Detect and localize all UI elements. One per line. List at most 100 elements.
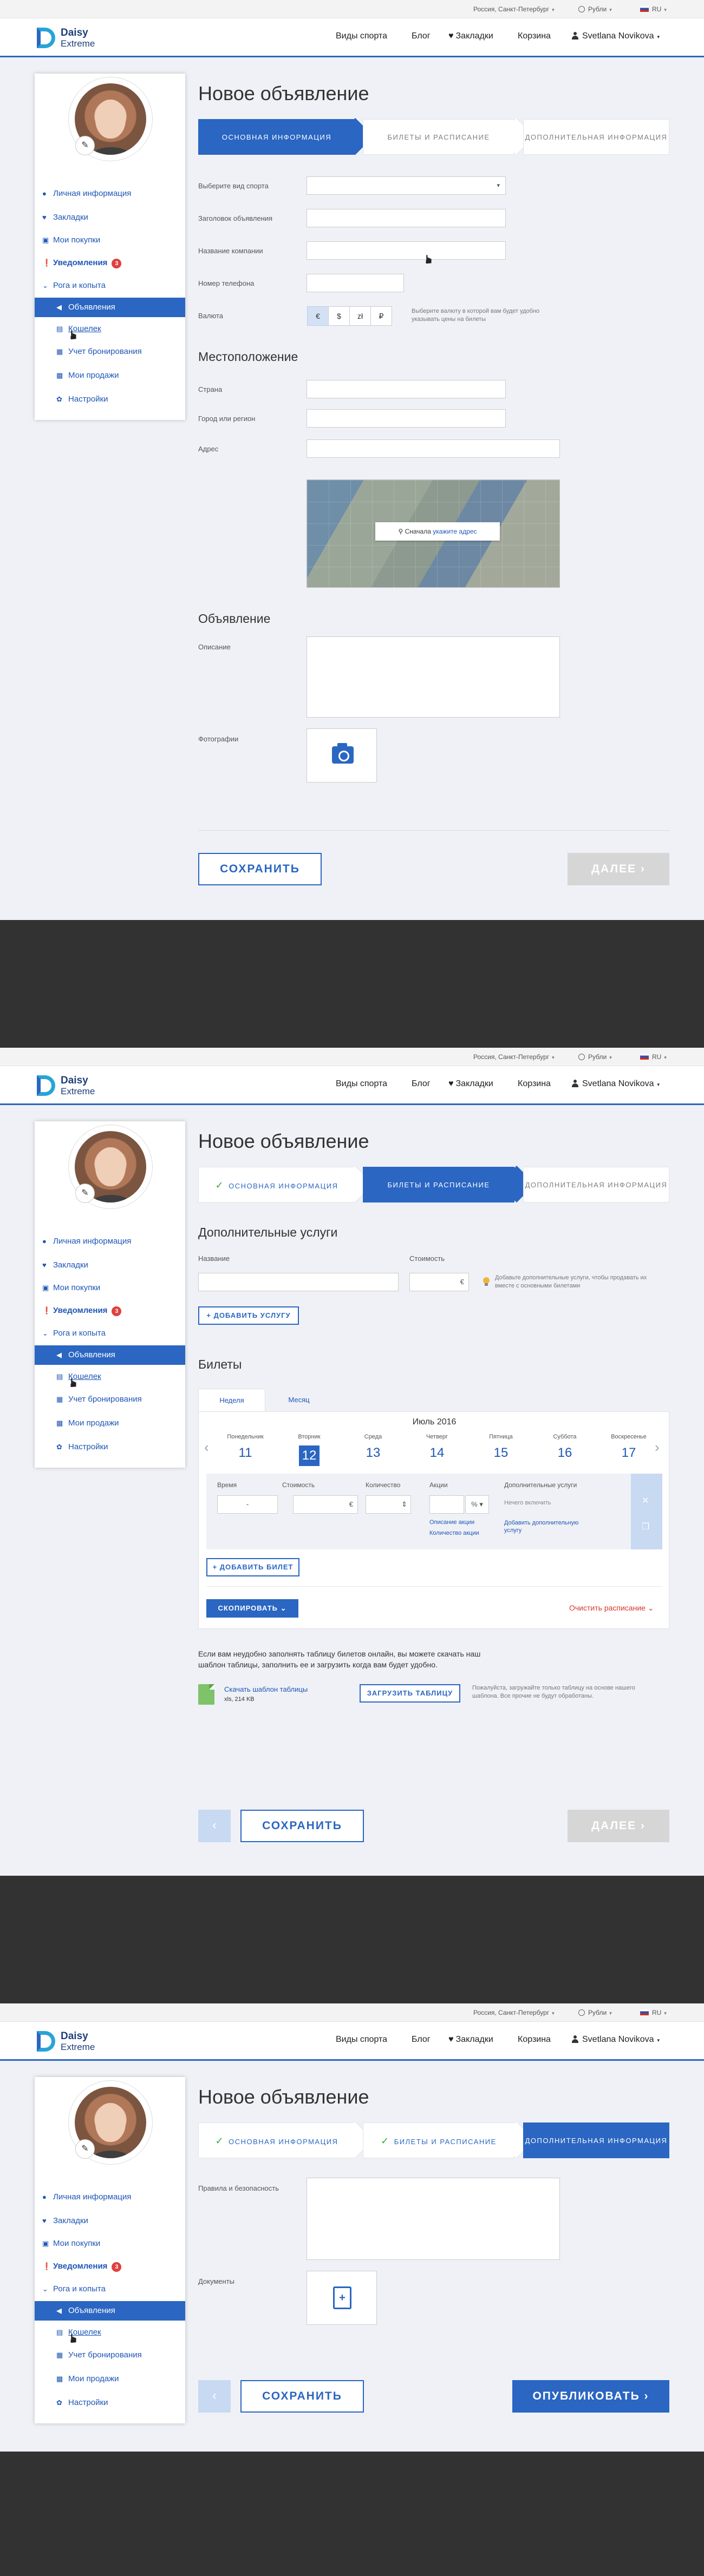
logo[interactable]: Daisy Extreme <box>37 2029 102 2054</box>
add-ticket-button[interactable]: + ДОБАВИТЬ БИЛЕТ <box>206 1558 299 1576</box>
nav-bookmarks[interactable]: ♥ Закладки <box>448 1079 493 1089</box>
sidebar-item-sales[interactable]: ▩ Мои продажи <box>35 1414 185 1433</box>
upload-table-button[interactable]: ЗАГРУЗИТЬ ТАБЛИЦУ <box>360 1684 460 1703</box>
clear-schedule-link[interactable]: Очистить расписание ⌄ <box>569 1604 654 1613</box>
language-selector[interactable]: RU ▾ <box>640 5 667 13</box>
phone-input[interactable] <box>307 274 404 292</box>
step-tickets[interactable]: ✓ БИЛЕТЫ И РАСПИСАНИЕ <box>363 2122 514 2158</box>
city-input[interactable] <box>307 409 506 428</box>
sidebar-item-bookmarks[interactable]: ♥ Закладки <box>35 2211 185 2231</box>
sidebar-item-notifications[interactable]: ❗ Уведомления 3 <box>35 253 185 273</box>
tab-week[interactable]: Неделя <box>198 1389 265 1411</box>
edit-avatar-icon[interactable]: ✎ <box>75 136 95 155</box>
currency-option-pln[interactable]: zł <box>349 306 371 326</box>
step-basic-info[interactable]: ✓ ОСНОВНАЯ ИНФОРМАЦИЯ <box>198 1167 355 1202</box>
nav-cart[interactable]: Корзина <box>518 31 551 41</box>
nav-blog[interactable]: Блог <box>412 1079 431 1089</box>
next-button[interactable]: ДАЛЕЕ › <box>568 1810 669 1842</box>
sidebar-item-booking[interactable]: ▦ Учет бронирования <box>35 1390 185 1409</box>
nav-blog[interactable]: Блог <box>412 31 431 41</box>
quantity-stepper[interactable]: ⇕ <box>366 1495 411 1514</box>
sidebar-item-wallet[interactable]: ▤ Кошелек <box>35 319 185 339</box>
currency-option-rub[interactable]: ₽ <box>370 306 392 326</box>
sidebar-item-sales[interactable]: ▩ Мои продажи <box>35 366 185 385</box>
sidebar-item-settings[interactable]: ✿ Настройки <box>35 1437 185 1457</box>
sidebar-item-settings[interactable]: ✿ Настройки <box>35 390 185 409</box>
tab-month[interactable]: Месяц <box>265 1389 333 1411</box>
document-upload[interactable]: + <box>307 2271 377 2325</box>
download-template-link[interactable]: Скачать шаблон таблицы <box>224 1685 308 1693</box>
save-button[interactable]: СОХРАНИТЬ <box>240 2380 364 2413</box>
edit-avatar-icon[interactable]: ✎ <box>75 1184 95 1203</box>
company-input[interactable] <box>307 241 506 260</box>
copy-button[interactable]: СКОПИРОВАТЬ ⌄ <box>206 1599 298 1618</box>
step-tickets[interactable]: БИЛЕТЫ И РАСПИСАНИЕ <box>363 119 514 155</box>
nav-sports[interactable]: Виды спорта <box>336 1079 387 1089</box>
day-date[interactable]: 15 <box>474 1445 528 1461</box>
add-service-button[interactable]: + ДОБАВИТЬ УСЛУГУ <box>198 1306 299 1325</box>
language-selector[interactable]: RU ▾ <box>640 1053 667 1061</box>
photo-upload[interactable] <box>307 728 377 783</box>
language-selector[interactable]: RU ▾ <box>640 2009 667 2016</box>
sidebar-item-ads[interactable]: ◀ Объявления <box>35 298 185 317</box>
rules-textarea[interactable] <box>307 2178 560 2260</box>
promo-value-input[interactable] <box>429 1495 464 1514</box>
currency-selector[interactable]: Рубли ▾ <box>578 1053 612 1061</box>
add-extra-link[interactable]: Добавить дополнительную услугу <box>504 1519 596 1534</box>
user-menu[interactable]: Svetlana Novikova ▾ <box>572 31 660 41</box>
cost-input[interactable]: € <box>293 1495 358 1514</box>
description-textarea[interactable] <box>307 636 560 718</box>
nav-sports[interactable]: Виды спорта <box>336 2035 387 2045</box>
logo[interactable]: Daisy Extreme <box>37 1073 102 1098</box>
day-date[interactable]: 14 <box>410 1445 464 1461</box>
nav-cart[interactable]: Корзина <box>518 2035 551 2045</box>
service-name-input[interactable] <box>198 1273 399 1291</box>
location-selector[interactable]: Россия, Санкт-Петербург ▾ <box>473 2009 555 2016</box>
copy-icon[interactable]: ❐ <box>642 1521 649 1532</box>
day-date[interactable]: 13 <box>346 1445 400 1461</box>
nav-blog[interactable]: Блог <box>412 2035 431 2045</box>
time-input[interactable]: - <box>217 1495 278 1514</box>
sidebar-item-purchases[interactable]: ▣ Мои покупки <box>35 231 185 250</box>
day-date[interactable]: 16 <box>538 1445 592 1461</box>
currency-selector[interactable]: Рубли ▾ <box>578 2009 612 2016</box>
sidebar-item-personal[interactable]: ● Личная информация <box>35 2187 185 2207</box>
close-icon[interactable]: ✕ <box>642 1495 649 1506</box>
sidebar-group-toggle[interactable]: ⌄ Рога и копыта <box>35 1324 185 1343</box>
address-input[interactable] <box>307 439 560 458</box>
sidebar-group-toggle[interactable]: ⌄ Рога и копыта <box>35 2279 185 2299</box>
sidebar-item-wallet[interactable]: ▤ Кошелек <box>35 2323 185 2342</box>
currency-option-usd[interactable]: $ <box>328 306 350 326</box>
sidebar-item-notifications[interactable]: ❗ Уведомления 3 <box>35 1301 185 1320</box>
user-menu[interactable]: Svetlana Novikova ▾ <box>572 1079 660 1089</box>
sidebar-item-notifications[interactable]: ❗ Уведомления 3 <box>35 2257 185 2276</box>
sidebar-item-purchases[interactable]: ▣ Мои покупки <box>35 1278 185 1298</box>
sidebar-item-settings[interactable]: ✿ Настройки <box>35 2393 185 2413</box>
publish-button[interactable]: ОПУБЛИКОВАТЬ › <box>512 2380 669 2413</box>
step-basic-info[interactable]: ОСНОВНАЯ ИНФОРМАЦИЯ <box>198 119 355 155</box>
logo[interactable]: Daisy Extreme <box>37 25 102 50</box>
edit-avatar-icon[interactable]: ✎ <box>75 2139 95 2159</box>
step-additional[interactable]: ДОПОЛНИТЕЛЬНАЯ ИНФОРМАЦИЯ <box>523 2122 669 2158</box>
sidebar-item-ads[interactable]: ◀ Объявления <box>35 2301 185 2321</box>
sport-select[interactable] <box>307 176 506 195</box>
sidebar-item-personal[interactable]: ● Личная информация <box>35 1232 185 1251</box>
step-basic-info[interactable]: ✓ ОСНОВНАЯ ИНФОРМАЦИЯ <box>198 2122 355 2158</box>
location-selector[interactable]: Россия, Санкт-Петербург ▾ <box>473 1053 555 1061</box>
sidebar-item-wallet[interactable]: ▤ Кошелек <box>35 1367 185 1386</box>
map[interactable]: ⚲ Сначала укажите адрес <box>307 479 560 588</box>
sidebar-item-booking[interactable]: ▦ Учет бронирования <box>35 342 185 362</box>
sidebar-item-personal[interactable]: ● Личная информация <box>35 184 185 203</box>
nav-bookmarks[interactable]: ♥ Закладки <box>448 31 493 41</box>
nav-cart[interactable]: Корзина <box>518 1079 551 1089</box>
day-date[interactable]: 11 <box>218 1445 272 1461</box>
chevron-left-icon[interactable]: ‹ <box>204 1439 209 1456</box>
sidebar-item-booking[interactable]: ▦ Учет бронирования <box>35 2345 185 2365</box>
headline-input[interactable] <box>307 209 506 227</box>
country-input[interactable] <box>307 380 506 398</box>
user-menu[interactable]: Svetlana Novikova ▾ <box>572 2035 660 2045</box>
sidebar-item-bookmarks[interactable]: ♥ Закладки <box>35 1256 185 1275</box>
back-button[interactable]: ‹ <box>198 2380 231 2413</box>
day-date-selected[interactable]: 12 <box>282 1445 336 1466</box>
step-additional[interactable]: ДОПОЛНИТЕЛЬНАЯ ИНФОРМАЦИЯ <box>523 119 669 155</box>
